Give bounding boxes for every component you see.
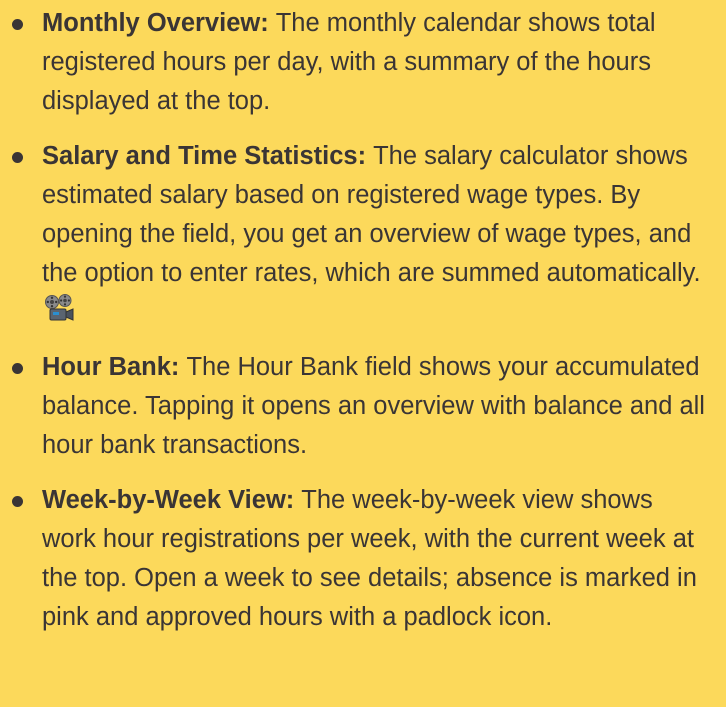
list-item-monthly-overview: Monthly Overview: The monthly calendar sh… (12, 4, 712, 121)
bullet-icon (12, 363, 23, 374)
bullet-icon (12, 496, 23, 507)
list-item-hour-bank: Hour Bank: The Hour Bank field shows your… (12, 348, 712, 465)
item-title: Hour Bank: (42, 353, 180, 381)
feature-list: Monthly Overview: The monthly calendar sh… (12, 4, 712, 637)
bullet-icon (12, 19, 23, 30)
list-item-salary-time-statistics: Salary and Time Statistics: The salary ca… (12, 137, 712, 332)
bullet-icon (12, 152, 23, 163)
feature-panel: Monthly Overview: The monthly calendar sh… (0, 0, 726, 707)
item-title: Week-by-Week View: (42, 486, 295, 514)
film-projector-icon[interactable] (44, 294, 76, 324)
item-title: Salary and Time Statistics: (42, 142, 367, 170)
list-item-week-by-week-view: Week-by-Week View: The week-by-week view … (12, 481, 712, 637)
item-title: Monthly Overview: (42, 9, 269, 37)
